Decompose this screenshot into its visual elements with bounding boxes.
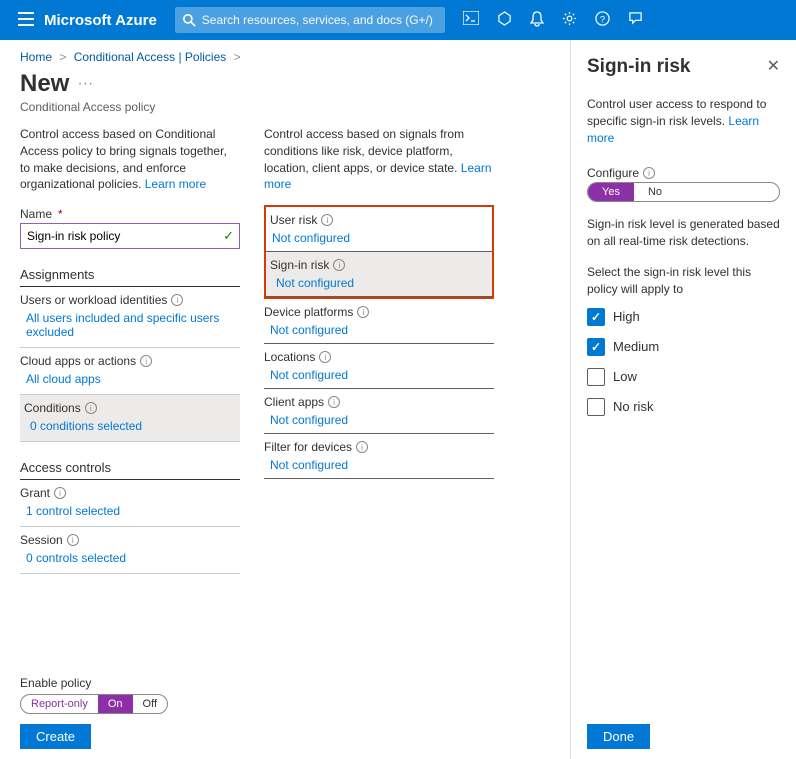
page-title: New — [20, 70, 69, 98]
breadcrumb: Home > Conditional Access | Policies > — [20, 50, 554, 64]
info-icon[interactable]: i — [171, 294, 183, 306]
name-label: Name* — [20, 207, 240, 221]
info-icon[interactable]: i — [54, 487, 66, 499]
search-input[interactable]: Search resources, services, and docs (G+… — [175, 7, 445, 33]
settings-icon[interactable] — [562, 11, 577, 30]
close-icon[interactable]: ✕ — [767, 56, 780, 76]
top-bar: Microsoft Azure Search resources, servic… — [0, 0, 796, 40]
check-icon: ✓ — [223, 228, 234, 244]
learn-more-link[interactable]: Learn more — [145, 177, 206, 191]
info-icon[interactable]: i — [85, 402, 97, 414]
condition-sign-in-risk[interactable]: Sign-in riski Not configured — [266, 252, 492, 297]
page-subtitle: Conditional Access policy — [20, 100, 554, 114]
assignment-conditions[interactable]: Conditionsi 0 conditions selected — [20, 395, 240, 442]
checkbox-high[interactable]: High — [587, 308, 780, 326]
hamburger-icon[interactable] — [18, 12, 34, 29]
help-icon[interactable]: ? — [595, 11, 610, 30]
info-icon[interactable]: i — [67, 534, 79, 546]
condition-locations[interactable]: Locationsi Not configured — [264, 344, 494, 389]
info-icon[interactable]: i — [643, 167, 655, 179]
configure-label: Configurei — [587, 166, 780, 180]
name-field[interactable] — [20, 223, 240, 249]
checkbox-medium[interactable]: Medium — [587, 338, 780, 356]
info-icon[interactable]: i — [357, 306, 369, 318]
assignment-apps[interactable]: Cloud apps or actionsi All cloud apps — [20, 348, 240, 395]
info-icon[interactable]: i — [333, 259, 345, 271]
directories-icon[interactable] — [497, 11, 512, 30]
more-icon[interactable]: ··· — [77, 75, 93, 93]
enable-policy-label: Enable policy — [20, 676, 554, 690]
brand-label: Microsoft Azure — [44, 12, 157, 29]
notifications-icon[interactable] — [530, 11, 544, 30]
info-icon[interactable]: i — [321, 214, 333, 226]
condition-filter-devices[interactable]: Filter for devicesi Not configured — [264, 434, 494, 479]
condition-device-platforms[interactable]: Device platformsi Not configured — [264, 299, 494, 344]
control-grant[interactable]: Granti 1 control selected — [20, 480, 240, 527]
checkbox-no-risk[interactable]: No risk — [587, 398, 780, 416]
access-controls-header: Access controls — [20, 460, 240, 480]
search-placeholder: Search resources, services, and docs (G+… — [202, 13, 433, 27]
info-icon[interactable]: i — [319, 351, 331, 363]
condition-client-apps[interactable]: Client appsi Not configured — [264, 389, 494, 434]
cloud-shell-icon[interactable] — [463, 11, 479, 30]
top-icons: ? — [463, 11, 643, 30]
checkbox-low[interactable]: Low — [587, 368, 780, 386]
info-icon[interactable]: i — [356, 441, 368, 453]
panel-note: Sign-in risk level is generated based on… — [587, 216, 780, 250]
info-icon[interactable]: i — [140, 355, 152, 367]
intro-text-b: Control access based on signals from con… — [264, 126, 494, 193]
configure-toggle[interactable]: Yes No — [587, 182, 780, 202]
feedback-icon[interactable] — [628, 11, 643, 30]
intro-text-a: Control access based on Conditional Acce… — [20, 126, 240, 193]
panel-title: Sign-in risk — [587, 56, 690, 78]
condition-user-risk[interactable]: User riski Not configured — [266, 207, 492, 252]
done-button[interactable]: Done — [587, 724, 650, 749]
control-session[interactable]: Sessioni 0 controls selected — [20, 527, 240, 574]
assignments-header: Assignments — [20, 267, 240, 287]
info-icon[interactable]: i — [328, 396, 340, 408]
highlight-box: User riski Not configured Sign-in riski … — [264, 205, 494, 299]
breadcrumb-policies[interactable]: Conditional Access | Policies — [74, 50, 227, 64]
svg-text:?: ? — [600, 14, 605, 24]
breadcrumb-home[interactable]: Home — [20, 50, 52, 64]
panel-select-text: Select the sign-in risk level this polic… — [587, 264, 780, 298]
create-button[interactable]: Create — [20, 724, 91, 749]
panel-description: Control user access to respond to specif… — [587, 96, 780, 146]
assignment-users[interactable]: Users or workload identitiesi All users … — [20, 287, 240, 348]
enable-policy-toggle[interactable]: Report-only On Off — [20, 694, 168, 714]
